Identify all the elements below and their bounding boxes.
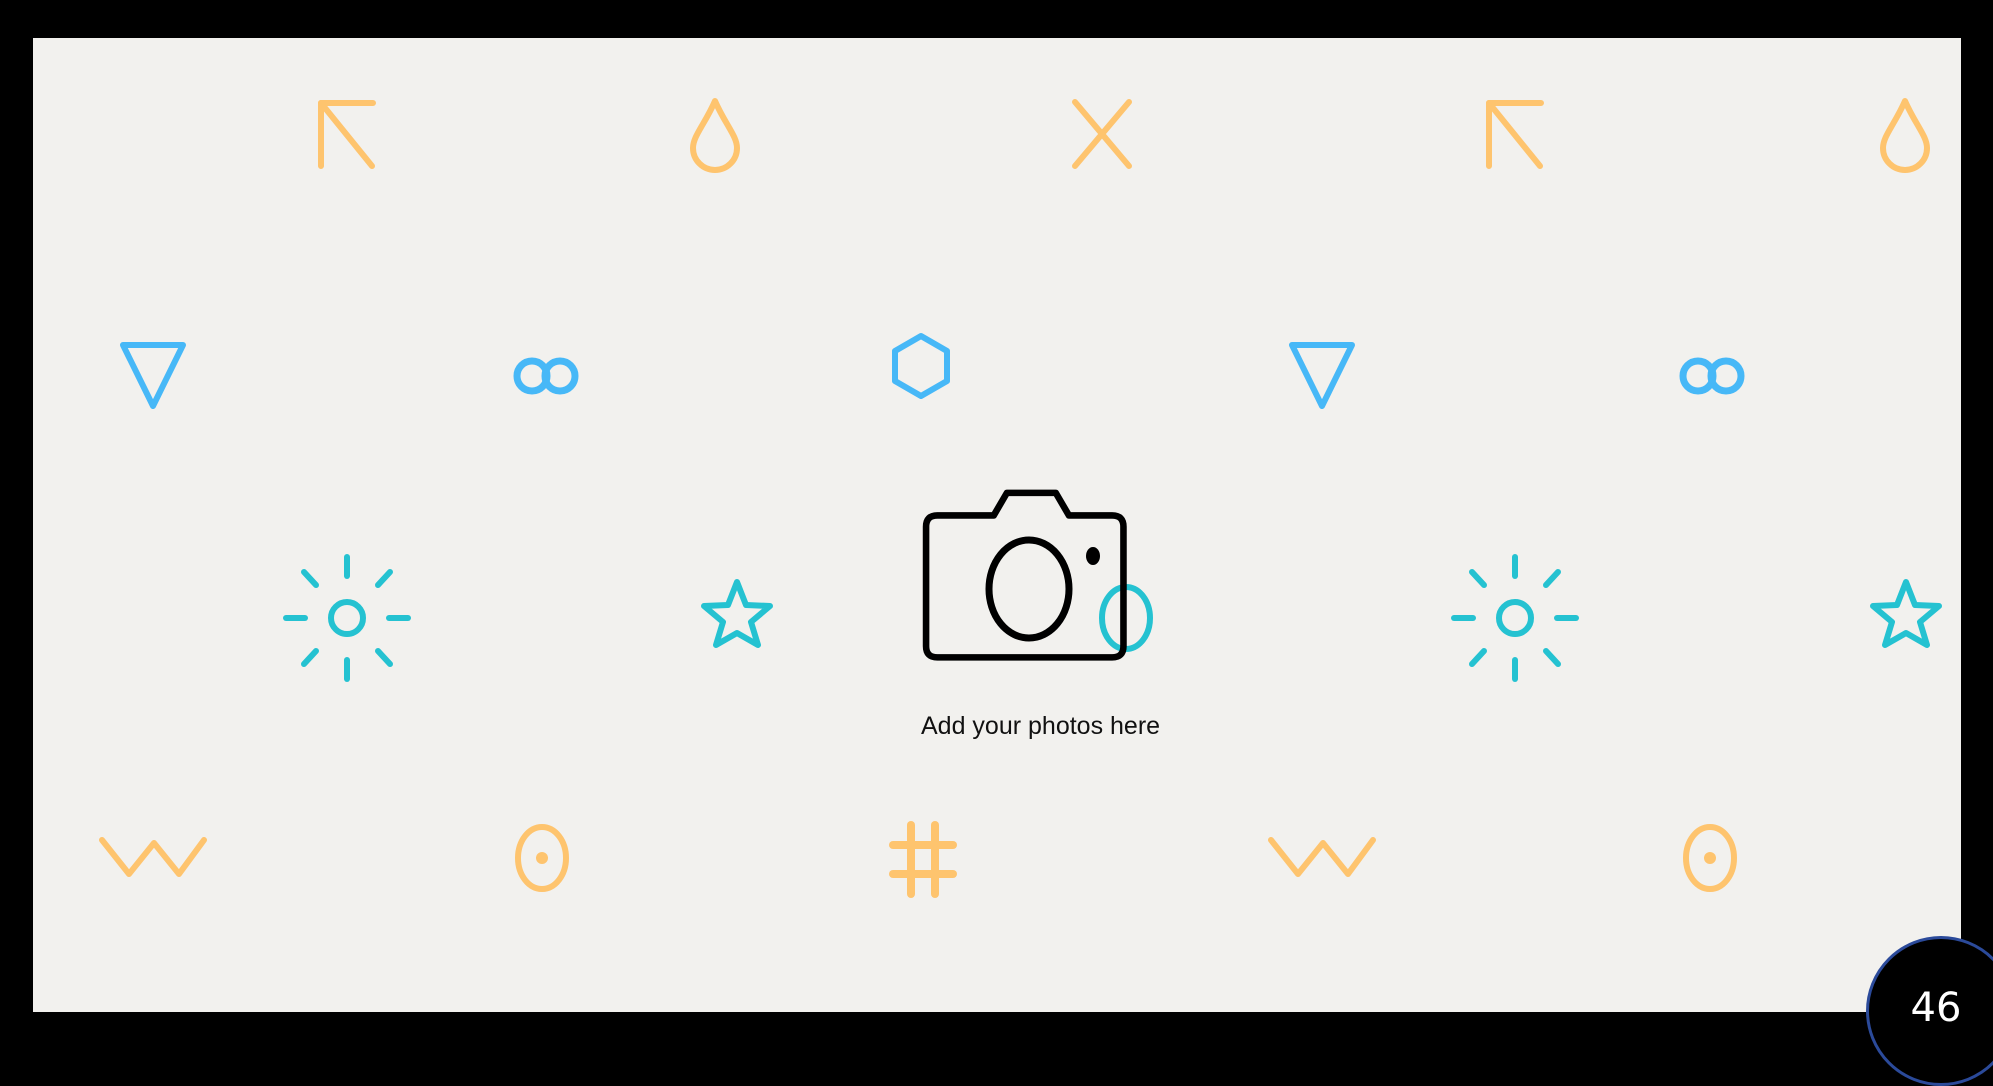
hash-icon xyxy=(889,821,957,898)
sun-icon xyxy=(1451,554,1579,682)
x-icon xyxy=(1072,99,1132,169)
zigzag-icon xyxy=(1268,837,1376,877)
photo-placeholder[interactable]: Add your photos here xyxy=(921,485,1191,755)
star-icon xyxy=(1870,579,1942,648)
triangle-down-icon xyxy=(1289,342,1355,409)
zigzag-icon xyxy=(99,837,207,877)
slide-frame: Add your photos here 46 xyxy=(0,0,1993,1086)
target-icon xyxy=(515,824,569,892)
star-icon xyxy=(701,579,773,648)
camera-icon[interactable] xyxy=(921,485,1141,705)
droplet-icon xyxy=(1880,98,1930,173)
sun-icon xyxy=(283,554,411,682)
triangle-down-icon xyxy=(120,342,186,409)
arrow-up-left-icon xyxy=(1486,100,1544,169)
slide-canvas: Add your photos here xyxy=(33,38,1961,1012)
target-icon xyxy=(1683,824,1737,892)
infinity-icon xyxy=(513,357,579,395)
droplet-icon xyxy=(690,98,740,173)
hexagon-icon xyxy=(892,333,950,399)
page-number: 46 xyxy=(1910,985,1962,1031)
arrow-up-left-icon xyxy=(318,100,376,169)
photo-placeholder-label[interactable]: Add your photos here xyxy=(921,712,1160,741)
infinity-icon xyxy=(1679,357,1745,395)
